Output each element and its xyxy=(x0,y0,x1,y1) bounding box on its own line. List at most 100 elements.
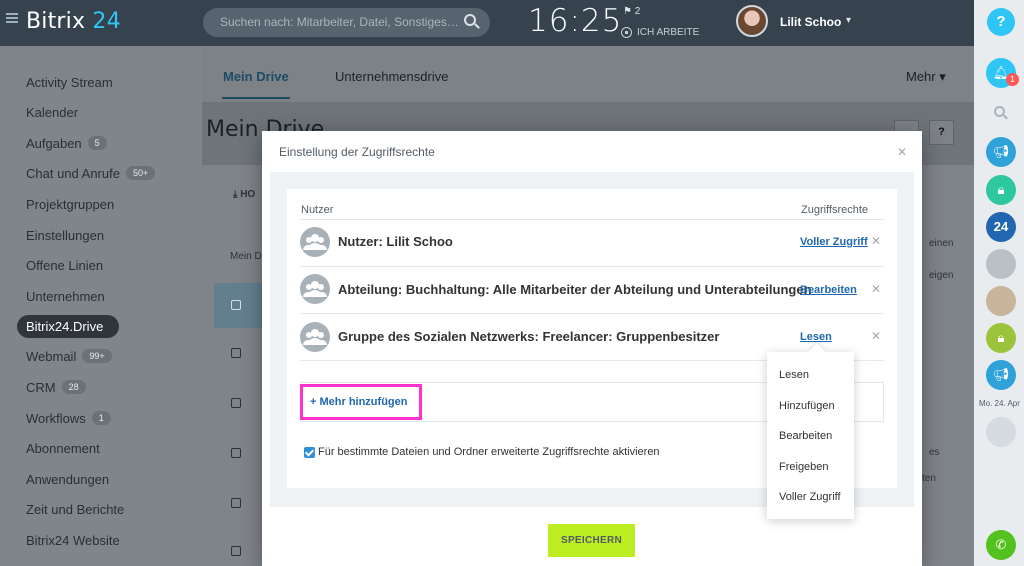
background-text: ten xyxy=(922,473,936,484)
sidebar-item-label: Unternehmen xyxy=(26,289,105,304)
row-checkbox[interactable] xyxy=(231,546,241,556)
chevron-down-icon[interactable]: ▾ xyxy=(846,15,851,26)
sidebar-item-workflows[interactable]: Workflows 1 xyxy=(26,411,111,426)
megaphone-icon[interactable]: 📢︎ xyxy=(986,360,1016,390)
save-button[interactable]: SPEICHERN xyxy=(548,524,635,557)
sidebar-item-label: Activity Stream xyxy=(26,75,113,90)
group-icon xyxy=(300,322,330,352)
row-checkbox[interactable] xyxy=(231,498,241,508)
stop-icon[interactable] xyxy=(621,27,632,38)
sidebar-item-offene-linien[interactable]: Offene Linien xyxy=(26,258,103,273)
megaphone-icon[interactable]: 📢︎ xyxy=(986,137,1016,167)
sidebar-item-label: CRM xyxy=(26,380,56,395)
sidebar-item-label: Projektgruppen xyxy=(26,197,115,212)
phone-icon[interactable]: ✆ xyxy=(986,530,1016,560)
tab-unternehmensdrive[interactable]: Unternehmensdrive xyxy=(335,69,448,84)
dropdown-option-freigeben[interactable]: Freigeben xyxy=(779,461,829,473)
menu-icon[interactable] xyxy=(6,13,18,23)
sidebar-item-label: Kalender xyxy=(26,105,79,120)
sidebar-item-kalender[interactable]: Kalender xyxy=(26,105,78,120)
sidebar-item-unternehmen[interactable]: Unternehmen xyxy=(26,289,105,304)
delete-icon[interactable]: ✕ xyxy=(871,234,881,248)
search-icon[interactable] xyxy=(464,14,476,26)
permission-select[interactable]: Lesen xyxy=(800,331,832,343)
delete-icon[interactable]: ✕ xyxy=(871,282,881,296)
sidebar-item-label: Chat und Anrufe xyxy=(26,166,120,181)
more-menu[interactable]: Mehr ▾ xyxy=(906,69,946,85)
lock-icon[interactable]: 🔒︎ xyxy=(986,175,1016,205)
more-label: Mehr xyxy=(906,69,936,84)
avatar[interactable] xyxy=(986,286,1016,316)
logo-number: 24 xyxy=(92,9,121,34)
column-header-rights: Zugriffsrechte xyxy=(801,204,869,216)
sidebar-item-anwendungen[interactable]: Anwendungen xyxy=(26,472,109,487)
sidebar-item-crm[interactable]: CRM 28 xyxy=(26,380,86,395)
row-checkbox[interactable] xyxy=(231,300,241,310)
help-icon[interactable]: ? xyxy=(987,8,1015,36)
sidebar-item-label: Anwendungen xyxy=(26,472,110,487)
toolbar-button-label: HO xyxy=(240,189,256,200)
permission-row-name: Nutzer: Lilit Schoo xyxy=(338,234,453,249)
background-text: eigen xyxy=(929,270,954,281)
count-badge: 5 xyxy=(87,136,107,150)
user-name[interactable]: Lilit Schoo xyxy=(780,15,841,29)
sidebar-item-label: Einstellungen xyxy=(26,228,105,243)
sidebar-item-webmail[interactable]: Webmail 99+ xyxy=(26,349,112,364)
group-icon xyxy=(300,274,330,304)
divider xyxy=(300,219,884,220)
group-icon xyxy=(300,227,330,257)
sidebar-item-einstellungen[interactable]: Einstellungen xyxy=(26,228,104,243)
help-icon[interactable]: ? xyxy=(929,120,954,145)
row-checkbox[interactable] xyxy=(231,348,241,358)
column-header: Mein D xyxy=(230,251,262,262)
avatar[interactable] xyxy=(986,417,1016,447)
sidebar-item-chat[interactable]: Chat und Anrufe 50+ xyxy=(26,166,156,181)
dialog-title: Einstellung der Zugriffsrechte xyxy=(279,145,435,159)
logo-text: Bitrix xyxy=(26,9,86,34)
add-more-button[interactable]: + Mehr hinzufügen xyxy=(310,396,407,408)
count-badge: 99+ xyxy=(82,349,112,363)
toolbar-button[interactable]: ⤓ HO xyxy=(233,189,255,200)
notification-badge: 1 xyxy=(1006,73,1019,86)
avatar[interactable] xyxy=(736,5,768,37)
flag-count: 2 xyxy=(634,6,641,17)
logo[interactable]: Bitrix 24 xyxy=(26,9,121,34)
row-checkbox[interactable] xyxy=(231,448,241,458)
flag-counter[interactable]: ⚑ 2 xyxy=(623,6,640,17)
dropdown-option-lesen[interactable]: Lesen xyxy=(779,369,809,381)
background-text: es xyxy=(929,447,940,458)
sidebar-item-label: Offene Linien xyxy=(26,258,104,273)
permission-select[interactable]: Bearbeiten xyxy=(800,284,857,296)
lock-icon[interactable]: 🔒︎ xyxy=(986,323,1016,353)
bitrix24-icon[interactable]: 24 xyxy=(986,212,1016,242)
permission-select[interactable]: Voller Zugriff xyxy=(800,236,868,248)
background-text: einen xyxy=(929,238,954,249)
dropdown-option-voller-zugriff[interactable]: Voller Zugriff xyxy=(779,491,841,503)
extended-rights-checkbox[interactable] xyxy=(304,447,315,458)
count-badge: 50+ xyxy=(125,166,156,180)
sidebar-item-drive[interactable]: Bitrix24.Drive xyxy=(26,319,103,334)
sidebar-item-aufgaben[interactable]: Aufgaben 5 xyxy=(26,136,107,151)
checkbox-label: Für bestimmte Dateien und Ordner erweite… xyxy=(318,446,660,458)
column-header-user: Nutzer xyxy=(301,204,334,216)
tab-mein-drive[interactable]: Mein Drive xyxy=(223,69,289,84)
sidebar-item-label: Zeit und Berichte xyxy=(26,502,125,517)
sidebar-item-projektgruppen[interactable]: Projektgruppen xyxy=(26,197,114,212)
dropdown-option-hinzufuegen[interactable]: Hinzufügen xyxy=(779,400,835,412)
sidebar-item-label: Workflows xyxy=(26,411,86,426)
dropdown-option-bearbeiten[interactable]: Bearbeiten xyxy=(779,430,832,442)
delete-icon[interactable]: ✕ xyxy=(871,329,881,343)
sidebar-item-label: Bitrix24.Drive xyxy=(26,319,104,334)
row-checkbox[interactable] xyxy=(231,398,241,408)
clock[interactable]: 16:25 xyxy=(528,3,622,39)
close-icon[interactable]: ✕ xyxy=(897,145,907,159)
divider xyxy=(300,266,884,267)
sidebar-item-zeit-und-berichte[interactable]: Zeit und Berichte xyxy=(26,502,124,517)
sidebar-item-activity-stream[interactable]: Activity Stream xyxy=(26,75,113,90)
work-status[interactable]: ICH ARBEITE xyxy=(637,27,699,38)
sidebar-item-website[interactable]: Bitrix24 Website xyxy=(26,533,120,548)
sidebar-item-abonnement[interactable]: Abonnement xyxy=(26,441,100,456)
permission-row-name: Abteilung: Buchhaltung: Alle Mitarbeiter… xyxy=(338,282,812,297)
search-icon[interactable] xyxy=(994,106,1005,117)
avatar[interactable] xyxy=(986,249,1016,279)
